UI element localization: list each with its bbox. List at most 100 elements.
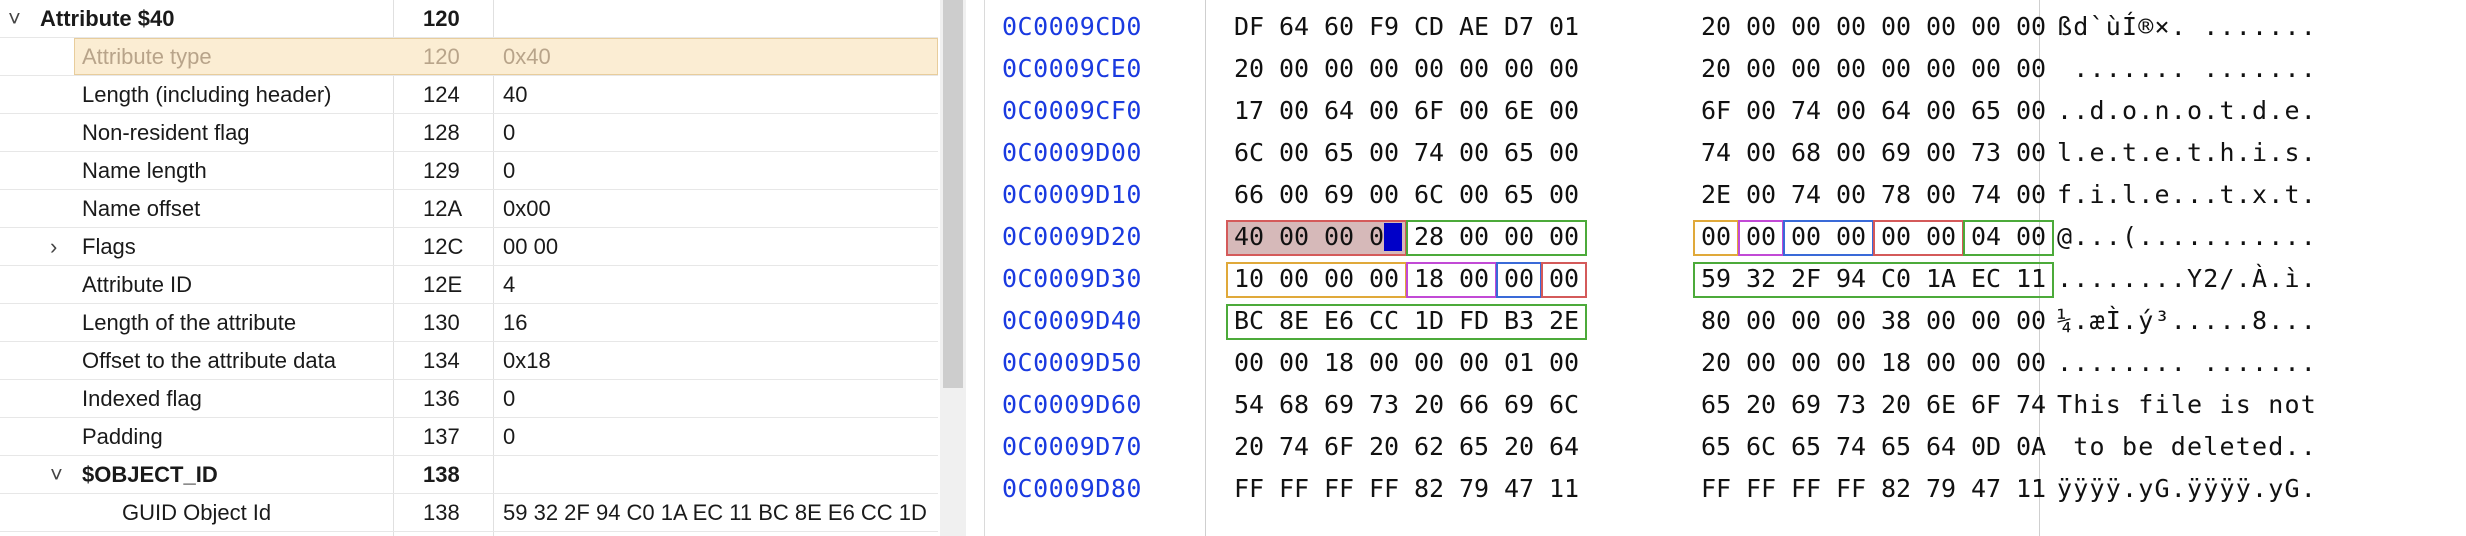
hex-byte[interactable]: 1D xyxy=(1410,306,1448,336)
hex-byte[interactable]: 00 xyxy=(1545,348,1583,378)
hex-address[interactable]: 0C0009D00 xyxy=(1002,134,1142,172)
hex-byte[interactable]: 74 xyxy=(1787,180,1825,210)
hex-byte[interactable]: 66 xyxy=(1455,390,1493,420)
hex-address[interactable]: 0C0009D50 xyxy=(1002,344,1142,382)
hex-view-panel[interactable]: 0C0009CD0 DF 64 60 F9 CD AE D7 01 20 00 00 00 00 00 00 0… xyxy=(985,0,2466,536)
hex-byte[interactable]: 00 xyxy=(1742,306,1780,336)
hex-byte[interactable]: FF xyxy=(1742,474,1780,504)
hex-byte[interactable]: 82 xyxy=(1877,474,1915,504)
hex-byte[interactable]: 64 xyxy=(1877,96,1915,126)
hex-byte[interactable]: 6C xyxy=(1230,138,1268,168)
hex-byte[interactable]: 20 xyxy=(1697,12,1735,42)
ascii-text[interactable]: f.i.l.e...t.x.t. xyxy=(2057,180,2317,210)
hex-address[interactable]: 0C0009D60 xyxy=(1002,386,1142,424)
hex-byte[interactable]: 65 xyxy=(1877,432,1915,462)
hex-byte[interactable]: 00 xyxy=(1787,12,1825,42)
hex-byte[interactable]: 00 xyxy=(1877,222,1915,252)
hex-byte[interactable]: B3 xyxy=(1500,306,1538,336)
hex-byte[interactable]: 79 xyxy=(1455,474,1493,504)
ascii-text[interactable]: to be deleted.. xyxy=(2057,432,2317,462)
hex-byte[interactable]: 00 xyxy=(1545,180,1583,210)
hex-byte[interactable]: CD xyxy=(1410,12,1448,42)
expand-arrow-icon[interactable]: › xyxy=(50,228,57,265)
tree-row[interactable]: ˅ Attribute $40 120 xyxy=(0,0,938,38)
hex-byte[interactable]: 00 xyxy=(1365,264,1403,294)
hex-byte[interactable]: 20 xyxy=(1230,432,1268,462)
ascii-text[interactable]: ........ ....... xyxy=(2057,348,2317,378)
splitter[interactable] xyxy=(966,0,985,536)
hex-byte[interactable]: 00 xyxy=(1500,54,1538,84)
hex-byte[interactable]: 78 xyxy=(1877,180,1915,210)
hex-byte[interactable]: 00 xyxy=(1455,180,1493,210)
tree-row[interactable]: Attribute type 120 0x40 xyxy=(0,38,938,76)
hex-byte[interactable]: 00 xyxy=(1832,306,1870,336)
hex-byte[interactable]: 73 xyxy=(1967,138,2005,168)
hex-byte[interactable]: 8E xyxy=(1275,306,1313,336)
hex-byte[interactable]: 00 xyxy=(1455,96,1493,126)
ascii-text[interactable]: ........Y2/.À.ì. xyxy=(2057,264,2317,294)
hex-byte[interactable]: 69 xyxy=(1320,390,1358,420)
hex-byte[interactable]: 00 xyxy=(1230,348,1268,378)
hex-address[interactable]: 0C0009D80 xyxy=(1002,470,1142,508)
ascii-text[interactable]: ....... ....... xyxy=(2057,54,2317,84)
hex-byte[interactable]: 00 xyxy=(1275,96,1313,126)
hex-byte[interactable]: 00 xyxy=(1967,12,2005,42)
hex-byte[interactable]: 11 xyxy=(1545,474,1583,504)
hex-byte[interactable]: 00 xyxy=(1832,138,1870,168)
hex-byte[interactable]: 00 xyxy=(1922,12,1960,42)
hex-byte[interactable]: 00 xyxy=(1922,96,1960,126)
hex-byte[interactable]: 64 xyxy=(1922,432,1960,462)
hex-byte[interactable]: 00 xyxy=(1922,138,1960,168)
hex-byte[interactable]: 00 xyxy=(2012,306,2050,336)
hex-byte[interactable]: 18 xyxy=(1410,264,1448,294)
hex-byte[interactable]: 00 xyxy=(1545,222,1583,252)
hex-byte[interactable]: 00 xyxy=(2012,96,2050,126)
hex-byte[interactable]: 65 xyxy=(1320,138,1358,168)
hex-byte[interactable]: 00 xyxy=(1742,138,1780,168)
hex-byte[interactable]: 00 xyxy=(1922,180,1960,210)
hex-byte[interactable]: 00 xyxy=(1275,264,1313,294)
hex-byte[interactable]: CC xyxy=(1365,306,1403,336)
hex-byte[interactable]: DF xyxy=(1230,12,1268,42)
hex-byte[interactable]: 00 xyxy=(1275,348,1313,378)
hex-byte[interactable]: FF xyxy=(1275,474,1313,504)
hex-byte[interactable]: 74 xyxy=(2012,390,2050,420)
hex-byte[interactable]: EC xyxy=(1967,264,2005,294)
hex-byte[interactable]: 00 xyxy=(1365,138,1403,168)
hex-byte[interactable]: 40 xyxy=(1230,222,1268,252)
hex-byte[interactable]: 74 xyxy=(1697,138,1735,168)
hex-byte[interactable]: 00 xyxy=(1320,222,1358,252)
tree-row[interactable]: Length of the attribute 130 16 xyxy=(0,304,938,342)
hex-byte[interactable]: 00 xyxy=(1545,96,1583,126)
hex-byte[interactable]: 00 xyxy=(1787,54,1825,84)
hex-byte[interactable]: 69 xyxy=(1500,390,1538,420)
hex-byte[interactable]: 64 xyxy=(1320,96,1358,126)
hex-byte[interactable]: FF xyxy=(1787,474,1825,504)
hex-byte[interactable]: 66 xyxy=(1230,180,1268,210)
hex-byte[interactable]: BC xyxy=(1230,306,1268,336)
hex-byte[interactable]: 00 xyxy=(1275,180,1313,210)
hex-byte[interactable]: 69 xyxy=(1787,390,1825,420)
hex-byte[interactable]: 00 xyxy=(1742,222,1780,252)
hex-byte[interactable]: 11 xyxy=(2012,264,2050,294)
ascii-text[interactable]: ÿÿÿÿ.yG.ÿÿÿÿ.yG. xyxy=(2057,474,2317,504)
hex-byte[interactable]: 00 xyxy=(2012,180,2050,210)
hex-byte[interactable]: 00 xyxy=(1787,306,1825,336)
hex-byte[interactable]: D7 xyxy=(1500,12,1538,42)
hex-byte[interactable]: 00 xyxy=(1787,348,1825,378)
hex-byte[interactable]: 79 xyxy=(1922,474,1960,504)
hex-byte[interactable]: 65 xyxy=(1500,180,1538,210)
hex-byte[interactable]: 60 xyxy=(1320,12,1358,42)
hex-byte[interactable]: 00 xyxy=(1500,264,1538,294)
hex-byte[interactable]: 17 xyxy=(1230,96,1268,126)
hex-byte[interactable]: 0A xyxy=(2012,432,2050,462)
hex-byte[interactable]: 6C xyxy=(1545,390,1583,420)
hex-byte[interactable]: 00 xyxy=(1275,54,1313,84)
hex-byte[interactable]: 00 xyxy=(1697,222,1735,252)
hex-byte[interactable]: 73 xyxy=(1365,390,1403,420)
hex-byte[interactable]: 1A xyxy=(1922,264,1960,294)
ascii-text[interactable]: ßd`ùÍ®×. ....... xyxy=(2057,12,2317,42)
hex-byte[interactable]: 00 xyxy=(1832,348,1870,378)
hex-byte[interactable]: 2E xyxy=(1545,306,1583,336)
hex-byte[interactable]: 00 xyxy=(1742,348,1780,378)
